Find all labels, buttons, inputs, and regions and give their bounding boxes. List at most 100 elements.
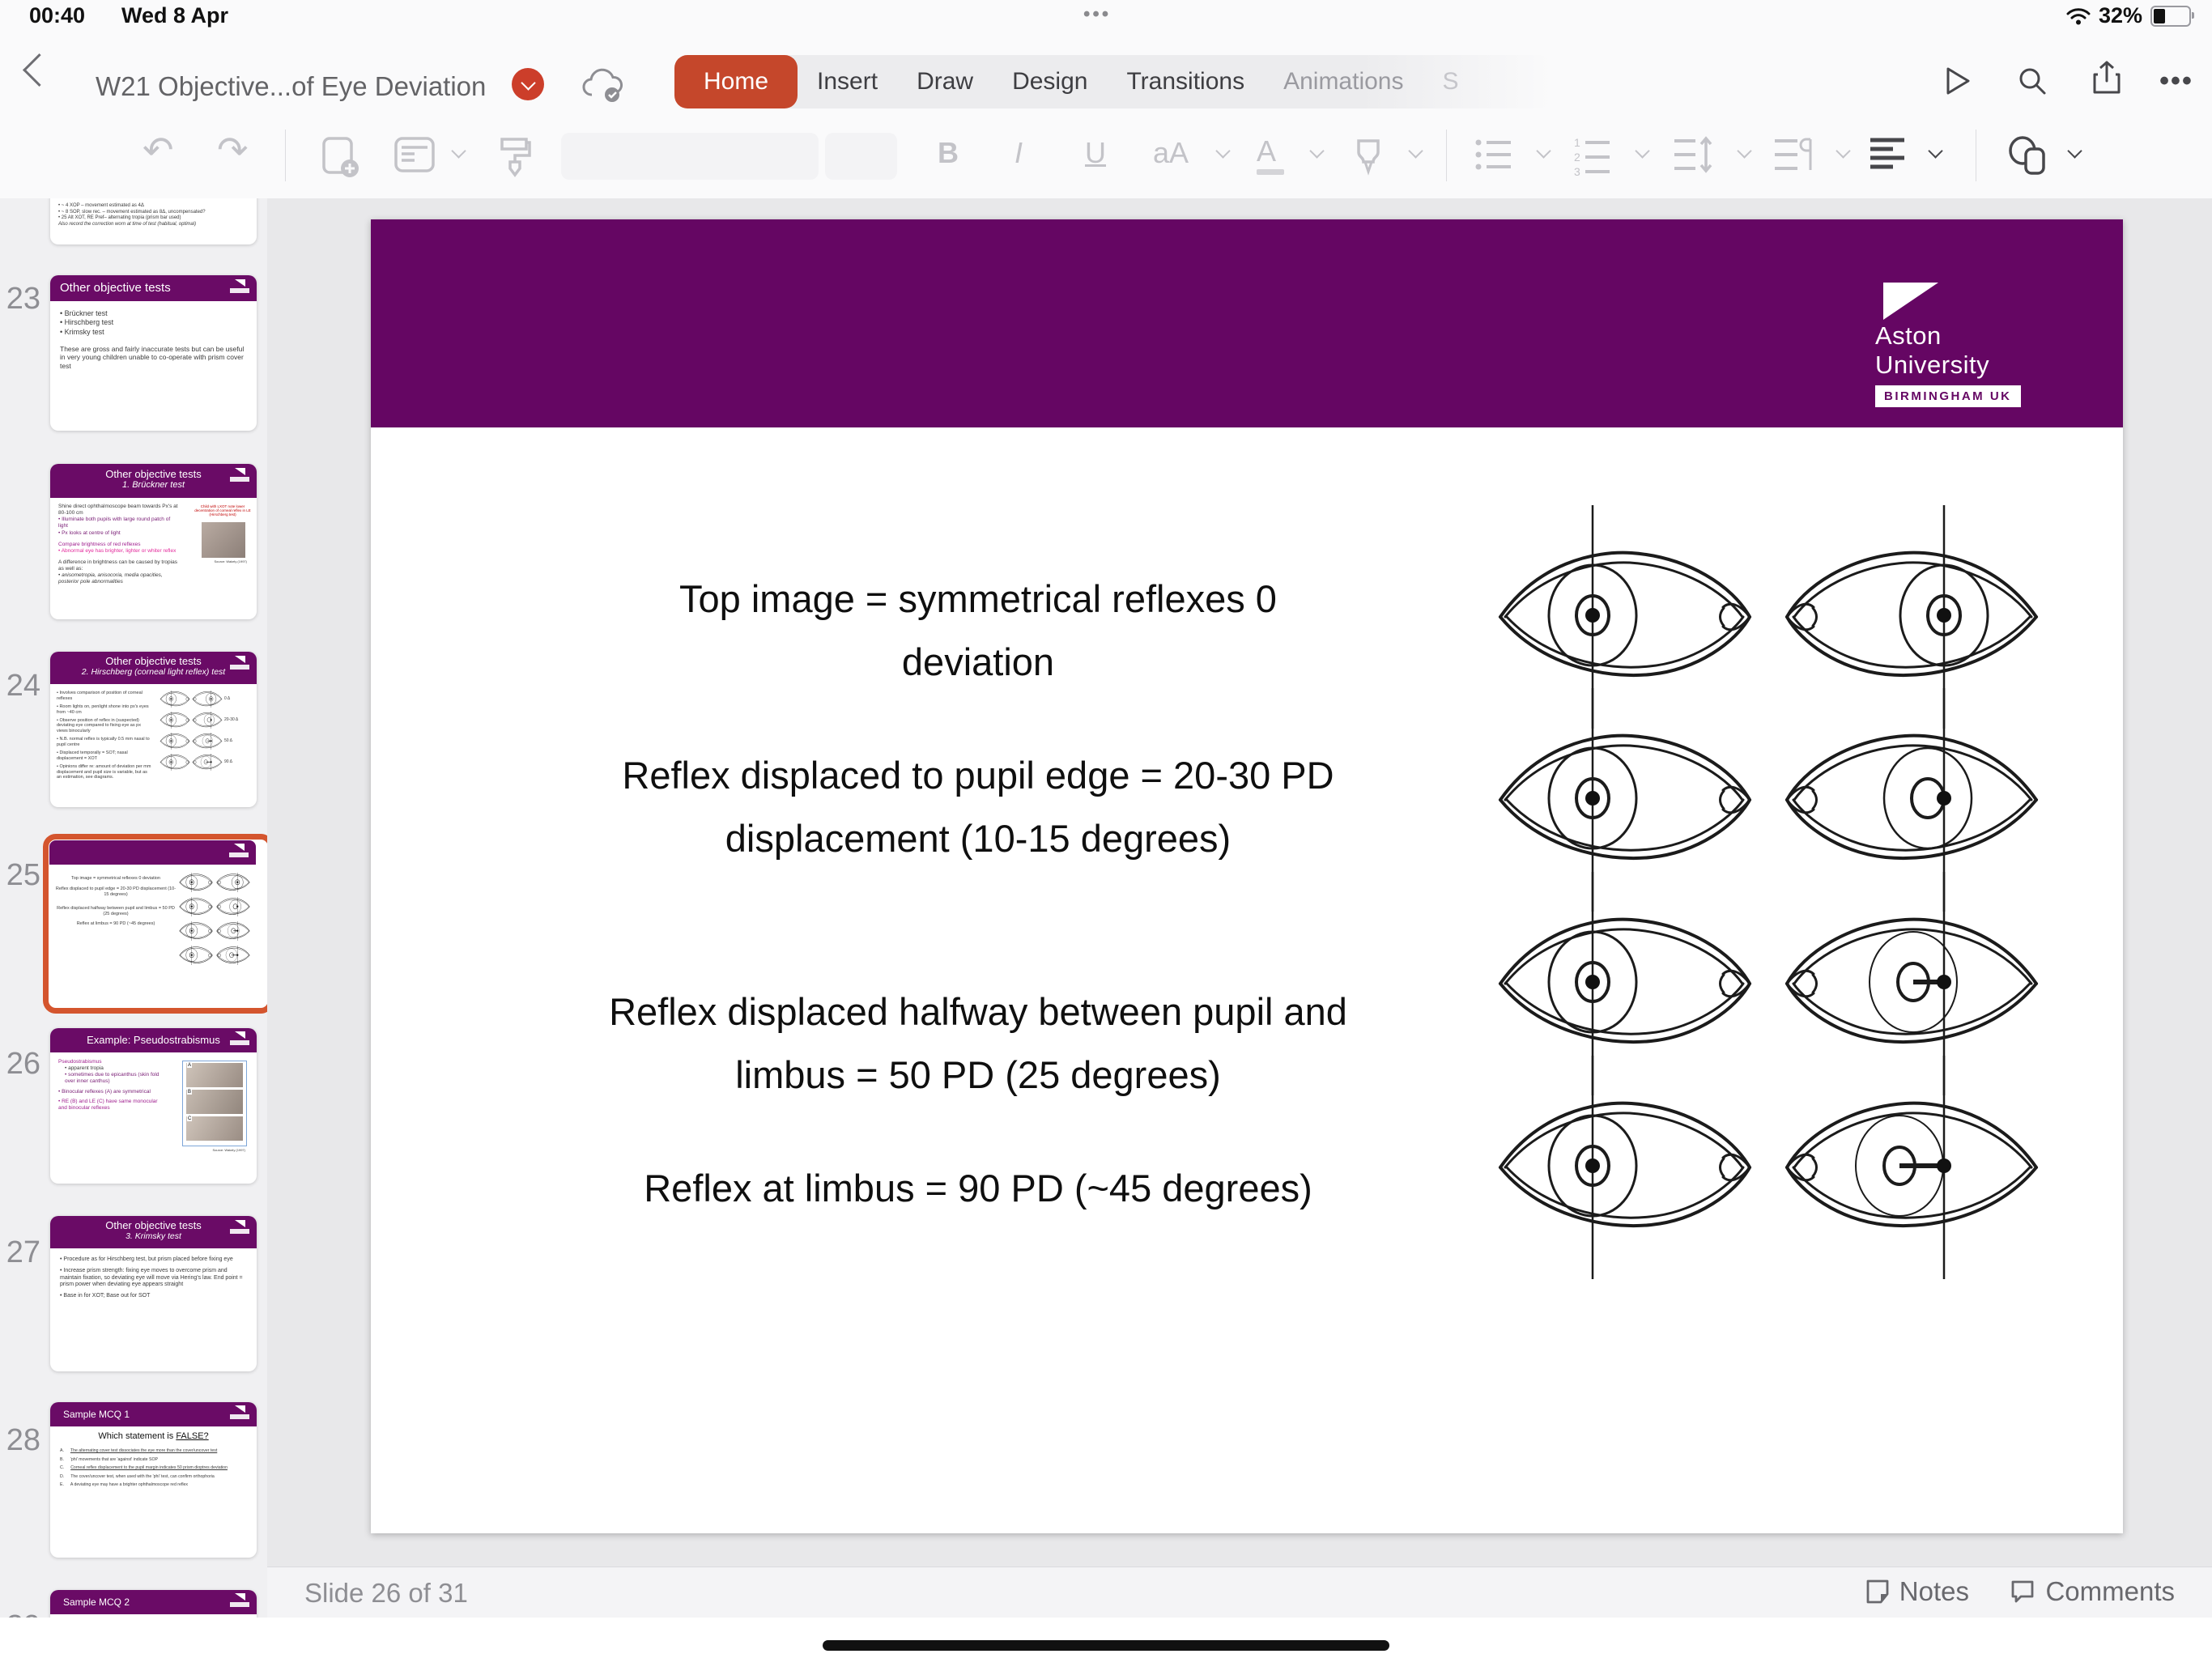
font-size-chevron-icon <box>1215 143 1231 159</box>
thumb23-bullet: • Brückner test <box>60 309 108 317</box>
eye-right-row3-halfway <box>1782 911 2041 1056</box>
format-painter-icon <box>500 138 531 177</box>
statement-halfway[interactable]: Reflex displaced halfway between pupil a… <box>452 980 1504 1107</box>
aston-mini-logo <box>229 844 250 857</box>
thumbnail-slide-30[interactable]: Sample MCQ 2 <box>50 1590 257 1618</box>
slide-title-banner[interactable]: Aston University BIRMINGHAM UK <box>371 219 2123 427</box>
thumb26-text: Top image = symmetrical reflexes 0 devia… <box>55 876 177 927</box>
upload-pending-badge[interactable] <box>512 68 544 100</box>
highlighter-button[interactable] <box>1351 136 1386 178</box>
slide-number-23: 23 <box>6 282 40 316</box>
thumb28-bullet: • Increase prism strength: fixing eye mo… <box>60 1267 243 1288</box>
thumb23-bullet: • Krimsky test <box>60 327 104 336</box>
search-button[interactable] <box>2014 63 2050 99</box>
bold-button[interactable]: B <box>938 136 959 170</box>
home-indicator[interactable] <box>823 1640 1389 1651</box>
slide-number-29: 29 <box>0 1609 40 1618</box>
font-color-swatch <box>1257 169 1284 175</box>
thumb27-line: Pseudostrabismus <box>58 1059 102 1065</box>
thumb25-label: 0 Δ <box>224 696 231 702</box>
bullet-list-chevron-icon <box>1536 143 1551 159</box>
shapes-button[interactable] <box>2006 136 2048 176</box>
thumb29-title: Sample MCQ 1 <box>50 1402 257 1426</box>
status-bar: 00:40 Wed 8 Apr ••• 32% <box>0 0 2212 29</box>
present-button[interactable] <box>1940 63 1976 99</box>
paragraph-button[interactable] <box>1773 136 1814 173</box>
redo-button[interactable]: ↷ <box>217 128 249 172</box>
line-spacing-button[interactable] <box>1673 136 1713 173</box>
bullet-list-button[interactable] <box>1474 136 1514 173</box>
underline-button[interactable]: U <box>1085 136 1106 170</box>
home-strip <box>0 1618 2212 1658</box>
thumb24-caption: Source: Wakely (1997) <box>214 559 247 563</box>
shapes-icon <box>2009 136 2045 175</box>
layout-button[interactable] <box>393 136 436 173</box>
font-name-field[interactable] <box>561 133 819 180</box>
thumbnail-slide-25[interactable]: Other objective tests 2. Hirschberg (cor… <box>50 652 257 807</box>
tab-design[interactable]: Design <box>993 55 1107 108</box>
layout-icon <box>394 137 435 172</box>
thumb27-title: Example: Pseudostrabismus <box>50 1028 257 1052</box>
tab-transitions[interactable]: Transitions <box>1107 55 1264 108</box>
search-icon <box>2019 68 2046 95</box>
tab-slideshow-cut[interactable]: S <box>1423 55 1478 108</box>
align-chevron-icon <box>1928 143 1943 159</box>
statement-symmetrical[interactable]: Top image = symmetrical reflexes 0 devia… <box>452 568 1504 694</box>
thumbnail-slide-29[interactable]: Sample MCQ 1 Which statement is FALSE? A… <box>50 1402 257 1558</box>
thumb25-bullet: • Displaced temporally = SOT; nasal disp… <box>57 750 128 761</box>
undo-button[interactable]: ↶ <box>143 128 174 172</box>
thumb29-option: The cover/uncover test, when used with t… <box>70 1473 215 1479</box>
thumbnail-slide-24[interactable]: Other objective tests 1. Brückner test S… <box>50 464 257 619</box>
thumbnail-slide-22[interactable]: • ~ 4 XOP – movement estimated as 4Δ • ~… <box>50 198 257 244</box>
svg-text:3: 3 <box>1574 165 1580 176</box>
thumbnail-slide-26-selected[interactable]: Top image = symmetrical reflexes 0 devia… <box>43 834 267 1014</box>
aston-mini-logo <box>230 279 251 293</box>
thumb25-bullet: • N.B. normal reflex is typically 0.5 mm… <box>57 737 150 747</box>
thumb24-line: • anisometropia, anisocoria, media opaci… <box>58 572 163 585</box>
statement-pupil-edge[interactable]: Reflex displaced to pupil edge = 20-30 P… <box>452 744 1504 870</box>
new-slide-button[interactable] <box>321 136 359 178</box>
statement-limbus[interactable]: Reflex at limbus = 90 PD (~45 degrees) <box>452 1157 1504 1220</box>
highlighter-icon <box>1357 139 1380 176</box>
thumb26-diagram <box>179 873 250 965</box>
aston-logo-badge: BIRMINGHAM UK <box>1875 385 2021 407</box>
tab-home[interactable]: Home <box>674 55 798 108</box>
toolbar-divider <box>1446 130 1447 181</box>
align-icon <box>1870 138 1904 169</box>
italic-button[interactable]: I <box>1015 136 1023 170</box>
font-color-button[interactable]: A <box>1257 136 1284 175</box>
share-button[interactable] <box>2089 60 2125 96</box>
thumb22-line: • ~ 4 XOP – movement estimated as 4Δ <box>58 203 144 208</box>
cloud-sync-icon[interactable] <box>581 68 623 104</box>
slide-counter: Slide 26 of 31 <box>304 1578 468 1608</box>
comments-button[interactable]: Comments <box>2010 1576 2175 1607</box>
font-size-menu-button[interactable]: aA <box>1153 136 1189 170</box>
back-chevron-icon <box>22 53 57 87</box>
eye-right-row1-centered <box>1782 544 2041 690</box>
comments-icon <box>2012 1580 2034 1603</box>
thumbnail-slide-23[interactable]: Other objective tests • Brückner test • … <box>50 275 257 431</box>
more-menu-button[interactable]: ••• <box>2159 63 2194 99</box>
tab-insert[interactable]: Insert <box>798 55 897 108</box>
thumb26-header <box>49 840 256 865</box>
thumbnail-slide-28[interactable]: Other objective tests 3. Krimsky test • … <box>50 1216 257 1371</box>
current-slide[interactable]: Aston University BIRMINGHAM UK Top image… <box>371 219 2123 1533</box>
slide-number-28: 28 <box>6 1423 40 1457</box>
document-title[interactable]: W21 Objective...of Eye Deviation <box>96 71 486 102</box>
font-size-field[interactable] <box>825 133 897 180</box>
tab-draw[interactable]: Draw <box>897 55 993 108</box>
thumb29-option: A deviating eye may have a brighter opht… <box>70 1482 188 1487</box>
slide-number-25: 25 <box>6 858 40 892</box>
tab-animations[interactable]: Animations <box>1264 55 1423 108</box>
paragraph-icon <box>1775 138 1812 170</box>
notes-button[interactable]: Notes <box>1865 1576 1969 1607</box>
editing-canvas[interactable]: Aston University BIRMINGHAM UK Top image… <box>267 198 2212 1567</box>
format-painter-button[interactable] <box>497 136 531 178</box>
thumbnail-slide-27[interactable]: Example: Pseudostrabismus Pseudostrabism… <box>50 1028 257 1184</box>
numbered-list-button[interactable]: 1 2 3 <box>1572 136 1613 176</box>
slide-thumbnail-panel: • ~ 4 XOP – movement estimated as 4Δ • ~… <box>0 198 267 1618</box>
app-chrome: 00:40 Wed 8 Apr ••• 32% W21 Objective...… <box>0 0 2212 199</box>
back-button[interactable] <box>22 53 57 87</box>
numbered-list-chevron-icon <box>1635 143 1650 159</box>
align-button[interactable] <box>1869 136 1906 172</box>
